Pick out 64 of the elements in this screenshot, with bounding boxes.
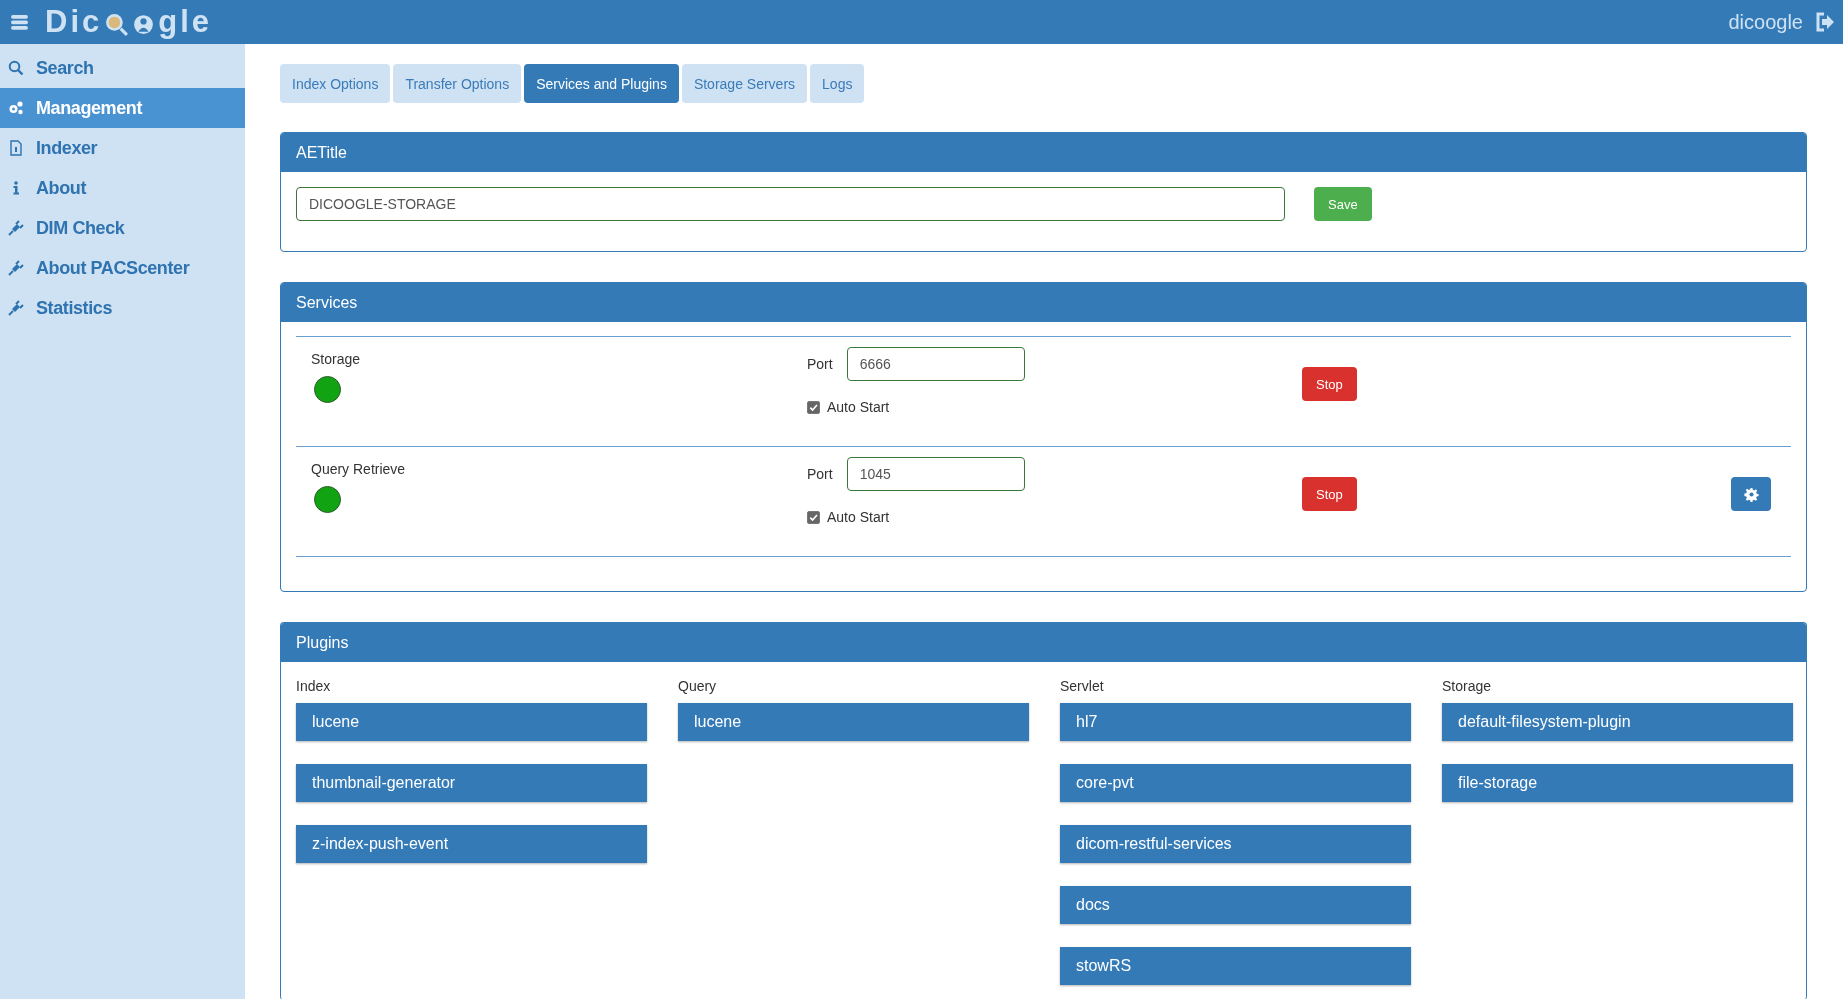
service-name: Storage: [311, 351, 362, 367]
sidebar-label: Statistics: [36, 297, 113, 319]
sidebar-item[interactable]: Indexer: [0, 128, 245, 168]
file-icon: [8, 140, 24, 156]
tab[interactable]: Storage Servers: [681, 64, 808, 103]
plugin-button[interactable]: lucene: [296, 703, 647, 741]
checkbox[interactable]: [807, 510, 820, 524]
plug-icon: [8, 260, 24, 276]
plugin-button[interactable]: core-pvt: [1060, 764, 1411, 802]
magnifier-icon: [104, 11, 130, 37]
sidebar-label: Search: [36, 57, 94, 79]
save-button[interactable]: Save: [1314, 187, 1372, 221]
column-heading: Storage: [1442, 678, 1493, 694]
plugin-button[interactable]: thumbnail-generator: [296, 764, 647, 802]
sidebar-item[interactable]: About PACScenter: [0, 248, 245, 288]
sidebar-label: DIM Check: [36, 217, 125, 239]
plugin-button[interactable]: default-filesystem-plugin: [1442, 703, 1793, 741]
panel-title: AETitle: [296, 143, 347, 162]
settings-icon: [1743, 486, 1759, 502]
service-name: Query Retrieve: [311, 461, 407, 477]
column-heading: Query: [678, 678, 718, 694]
sidebar-item[interactable]: Statistics: [0, 288, 245, 328]
sidebar-item[interactable]: DIM Check: [0, 208, 245, 248]
aetitle-field[interactable]: DICOOGLE-STORAGE: [296, 187, 1285, 221]
plugin-button[interactable]: hl7: [1060, 703, 1411, 741]
logout-icon[interactable]: [1815, 12, 1835, 32]
checkbox[interactable]: [807, 400, 820, 414]
port-field[interactable]: 1045: [846, 457, 1025, 491]
tab[interactable]: Services and Plugins: [524, 64, 679, 103]
settings-button[interactable]: [1731, 477, 1771, 511]
sidebar-item[interactable]: Search: [0, 48, 245, 88]
menu-icon[interactable]: [10, 13, 29, 31]
port-field[interactable]: 6666: [846, 347, 1025, 381]
plugin-button[interactable]: stowRS: [1060, 947, 1411, 985]
sidebar-label: Indexer: [36, 137, 98, 159]
sidebar-label: Management: [36, 97, 143, 119]
tab[interactable]: Logs: [810, 64, 865, 103]
column-heading: Servlet: [1060, 678, 1105, 694]
panel-title: Plugins: [296, 633, 349, 652]
checkbox-label: Auto Start: [827, 509, 890, 525]
port-label: Port: [807, 466, 833, 482]
plug-icon: [8, 220, 24, 236]
plug-icon: [8, 300, 24, 316]
plugin-button[interactable]: dicom-restful-services: [1060, 825, 1411, 863]
tab[interactable]: Transfer Options: [393, 64, 522, 103]
sidebar-item[interactable]: About: [0, 168, 245, 208]
sidebar-label: About PACScenter: [36, 257, 190, 279]
sidebar-label: About: [36, 177, 86, 199]
port-label: Port: [807, 356, 833, 372]
plugin-button[interactable]: lucene: [678, 703, 1029, 741]
stop-button[interactable]: Stop: [1302, 477, 1357, 511]
plugin-button[interactable]: z-index-push-event: [296, 825, 647, 863]
user-name: dicoogle: [1728, 10, 1803, 34]
column-heading: Index: [296, 678, 332, 694]
logo-text: gle: [158, 4, 213, 40]
panel-title: Services: [296, 293, 358, 312]
plugin-button[interactable]: docs: [1060, 886, 1411, 924]
plugin-button[interactable]: file-storage: [1442, 764, 1793, 802]
tab[interactable]: Index Options: [280, 64, 391, 103]
stop-button[interactable]: Stop: [1302, 367, 1357, 401]
search-icon: [8, 60, 24, 76]
logo-text: Dic: [45, 4, 103, 40]
checkbox-label: Auto Start: [827, 399, 890, 415]
sidebar-item[interactable]: Management: [0, 88, 245, 128]
